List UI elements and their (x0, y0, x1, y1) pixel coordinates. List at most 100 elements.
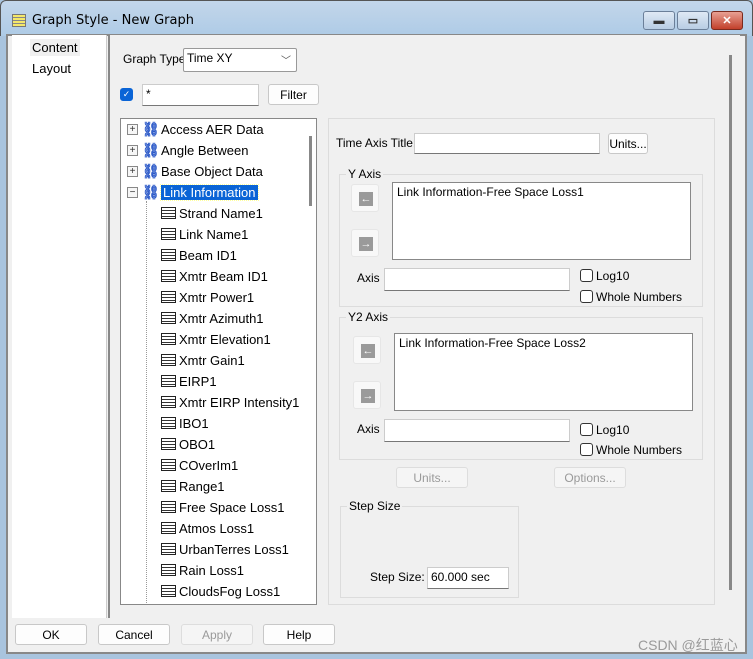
tree-leaf[interactable]: Rain Loss1 (161, 560, 244, 580)
tree-leaf-label: EIRP1 (179, 373, 217, 389)
expand-icon[interactable]: + (127, 123, 138, 135)
units-button[interactable]: Units... (396, 467, 468, 488)
remove-y-button[interactable]: ← (351, 184, 379, 212)
tree-leaf-label: Link Name1 (179, 226, 249, 242)
minimize-button[interactable]: ▬ (643, 11, 675, 30)
tree-leaf[interactable]: Atmos Loss1 (161, 518, 254, 538)
y-axis-label: Axis (357, 271, 380, 285)
chevron-down-icon: ﹀ (281, 56, 291, 67)
y2-whole-numbers-checkbox[interactable] (580, 443, 593, 456)
link-icon: ⛓ (142, 163, 160, 179)
arrow-right-icon: → (359, 237, 373, 251)
tree-leaf[interactable]: Xmtr Beam ID1 (161, 266, 268, 286)
data-field-icon (161, 459, 176, 471)
data-field-icon (161, 501, 176, 513)
tree-leaf[interactable]: Xmtr EIRP Intensity1 (161, 392, 299, 412)
time-axis-title-input[interactable] (414, 133, 600, 154)
tree-connector (146, 201, 147, 604)
tree-leaf[interactable]: Strand Name1 (161, 203, 263, 223)
tree-node-link-information[interactable]: − ⛓ Link Information (127, 182, 259, 202)
step-size-label: Step Size: (370, 570, 425, 584)
add-y-button[interactable]: → (351, 229, 379, 257)
tree-node-label: Access AER Data (161, 121, 264, 137)
expand-icon[interactable]: + (127, 144, 138, 156)
tree-leaf-label: Beam ID1 (179, 247, 237, 263)
watermark: CSDN @红蓝心 (638, 637, 738, 653)
y2-axis-list[interactable]: Link Information-Free Space Loss2 (394, 333, 693, 411)
step-size-input[interactable]: 60.000 sec (427, 567, 509, 589)
tree-leaf-label: OBO1 (179, 436, 216, 452)
maximize-button[interactable]: ▭ (677, 11, 709, 30)
filter-input[interactable]: * (142, 84, 259, 106)
y2-axis-input[interactable] (384, 419, 570, 442)
data-field-icon (161, 564, 176, 576)
data-field-icon (161, 333, 176, 345)
step-size-title: Step Size (347, 499, 403, 513)
data-field-icon (161, 249, 176, 261)
tree-leaf[interactable]: UrbanTerres Loss1 (161, 539, 289, 559)
list-item[interactable]: Link Information-Free Space Loss2 (399, 336, 688, 350)
maximize-icon: ▭ (687, 15, 699, 27)
tree-leaf[interactable]: Xmtr Elevation1 (161, 329, 271, 349)
options-button[interactable]: Options... (554, 467, 626, 488)
tree-node-label: Link Information (160, 183, 259, 201)
ok-button[interactable]: OK (15, 624, 87, 645)
filter-checkbox[interactable]: ✓ (120, 88, 133, 101)
tree-node-access-aer[interactable]: + ⛓ Access AER Data (127, 119, 264, 139)
tree-leaf[interactable]: Xmtr Azimuth1 (161, 308, 264, 328)
graph-type-select[interactable]: Time XY ﹀ (183, 48, 297, 72)
window-title: Graph Style - New Graph (32, 13, 194, 28)
app-icon (12, 14, 26, 27)
time-units-button[interactable]: Units... (608, 133, 648, 154)
tree-leaf[interactable]: Link Name1 (161, 224, 248, 244)
tree-leaf-label: Strand Name1 (179, 205, 263, 221)
tree-leaf-label: Atmos Loss1 (179, 520, 255, 536)
tree-scrollbar[interactable] (309, 136, 312, 206)
link-icon: ⛓ (142, 121, 160, 137)
tree-leaf[interactable]: CloudsFog Loss1 (161, 581, 280, 601)
collapse-icon[interactable]: − (127, 186, 138, 198)
y-axis-list[interactable]: Link Information-Free Space Loss1 (392, 182, 691, 260)
y-whole-numbers-label: Whole Numbers (596, 290, 683, 304)
remove-y2-button[interactable]: ← (353, 336, 381, 364)
y-whole-numbers-checkbox[interactable] (580, 290, 593, 303)
tree-leaf[interactable]: Xmtr Gain1 (161, 350, 245, 370)
list-item[interactable]: Link Information-Free Space Loss1 (397, 185, 686, 199)
arrow-left-icon: ← (359, 192, 373, 206)
tree-leaf-label: Xmtr Power1 (179, 289, 255, 305)
help-button[interactable]: Help (263, 624, 335, 645)
tree-leaf-label: Xmtr EIRP Intensity1 (179, 394, 300, 410)
y-log10-label: Log10 (596, 269, 630, 283)
cancel-button[interactable]: Cancel (98, 624, 170, 645)
y-axis-input[interactable] (384, 268, 570, 291)
data-field-icon (161, 522, 176, 534)
tree-leaf[interactable]: OBO1 (161, 434, 215, 454)
y2-log10-checkbox[interactable] (580, 423, 593, 436)
expand-icon[interactable]: + (127, 165, 138, 177)
nav-item-layout[interactable]: Layout (32, 60, 71, 77)
data-field-icon (161, 312, 176, 324)
tree-leaf[interactable]: COverIm1 (161, 455, 238, 475)
tree-leaf-label: COverIm1 (179, 457, 239, 473)
tree-node-base-object[interactable]: + ⛓ Base Object Data (127, 161, 263, 181)
add-y2-button[interactable]: → (353, 381, 381, 409)
tree-leaf-label: Range1 (179, 478, 225, 494)
tree-leaf[interactable]: IBO1 (161, 413, 209, 433)
apply-button[interactable]: Apply (181, 624, 253, 645)
data-field-icon (161, 291, 176, 303)
tree-node-angle-between[interactable]: + ⛓ Angle Between (127, 140, 248, 160)
tree-leaf[interactable]: EIRP1 (161, 371, 217, 391)
tree-leaf-label: Rain Loss1 (179, 562, 245, 578)
tree-leaf[interactable]: Xmtr Power1 (161, 287, 254, 307)
nav-item-content[interactable]: Content (30, 39, 80, 56)
tree-leaf-label: Xmtr Elevation1 (179, 331, 271, 347)
scrollbar[interactable] (729, 55, 732, 590)
close-button[interactable]: ✕ (711, 11, 743, 30)
data-field-icon (161, 354, 176, 366)
data-field-icon (161, 207, 176, 219)
y-log10-checkbox[interactable] (580, 269, 593, 282)
tree-leaf[interactable]: Range1 (161, 476, 225, 496)
filter-button[interactable]: Filter (268, 84, 319, 105)
tree-leaf[interactable]: Free Space Loss1 (161, 497, 285, 517)
tree-leaf[interactable]: Beam ID1 (161, 245, 237, 265)
